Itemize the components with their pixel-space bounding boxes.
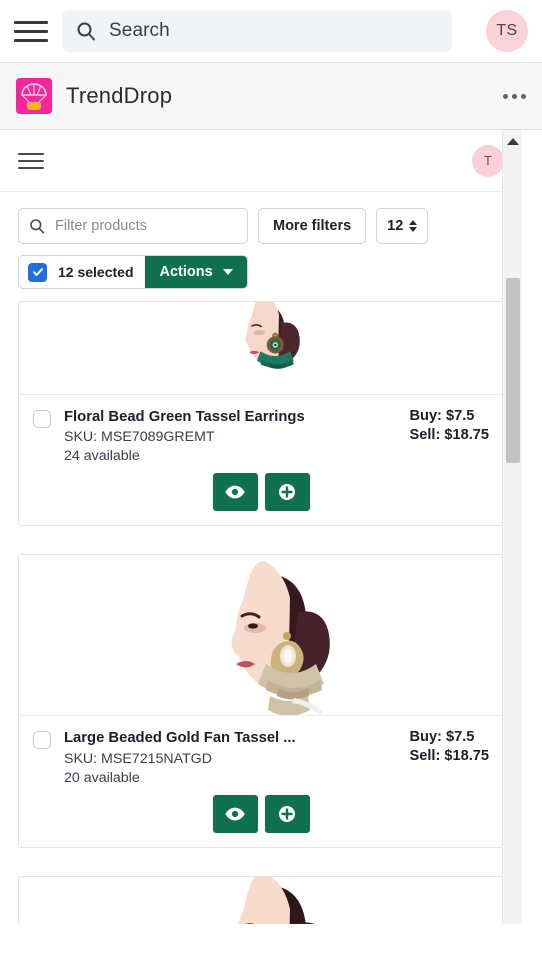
selected-count-label: 12 selected xyxy=(58,264,134,280)
product-info: Large Beaded Gold Fan Tassel ... SKU: MS… xyxy=(64,729,392,785)
product-availability: 24 available xyxy=(64,448,140,465)
product-header-row: Floral Bead Green Tassel Earrings SKU: M… xyxy=(33,408,489,464)
actions-button[interactable]: Actions xyxy=(144,256,247,288)
product-details: Floral Bead Green Tassel Earrings SKU: M… xyxy=(19,394,503,525)
product-sell-price: Sell: $18.75 xyxy=(409,748,489,765)
product-actions xyxy=(33,794,489,833)
view-product-button[interactable] xyxy=(212,473,258,512)
hamburger-icon[interactable] xyxy=(18,150,44,172)
view-product-button[interactable] xyxy=(212,794,258,833)
product-card[interactable]: Floral Bead Green Tassel Earrings SKU: M… xyxy=(18,301,504,527)
filter-row: Filter products More filters 12 xyxy=(18,208,504,244)
search-icon xyxy=(29,218,45,234)
select-all-checkbox[interactable] xyxy=(28,262,47,282)
product-availability: 20 available xyxy=(64,769,140,786)
app-root: Search TS TrendDrop T Filter products Mo… xyxy=(0,0,542,964)
product-image xyxy=(19,555,503,716)
selection-row: 12 selected Actions xyxy=(18,255,504,289)
selection-group: 12 selected Actions xyxy=(18,255,248,289)
product-title: Large Beaded Gold Fan Tassel ... xyxy=(64,730,296,747)
product-checkbox[interactable] xyxy=(33,410,51,428)
parachute-logo-icon xyxy=(16,78,52,114)
product-image xyxy=(19,876,503,924)
caret-up-icon[interactable] xyxy=(503,130,522,152)
product-buy-price: Buy: $7.5 xyxy=(409,729,475,746)
product-sell-price: Sell: $18.75 xyxy=(409,427,489,443)
product-header-row: Large Beaded Gold Fan Tassel ... SKU: MS… xyxy=(33,729,489,786)
app-viewport: T Filter products More filters 12 12 sel… xyxy=(0,130,522,924)
product-info: Floral Bead Green Tassel Earrings SKU: M… xyxy=(64,408,392,464)
filter-products-input[interactable]: Filter products xyxy=(18,208,248,244)
select-all-control[interactable]: 12 selected xyxy=(19,256,145,288)
scroll-thumb[interactable] xyxy=(506,278,520,463)
product-prices: Buy: $7.5 Sell: $18.75 xyxy=(405,729,489,764)
product-sku: SKU: MSE7215NATGD xyxy=(64,750,212,767)
page-size-stepper[interactable]: 12 xyxy=(376,208,429,244)
product-list: Floral Bead Green Tassel Earrings SKU: M… xyxy=(0,289,522,924)
product-image xyxy=(19,302,503,394)
product-prices: Buy: $7.5 Sell: $18.75 xyxy=(405,408,489,443)
stepper-arrows-icon[interactable] xyxy=(409,220,418,232)
scrollbar[interactable] xyxy=(502,130,522,924)
product-card[interactable] xyxy=(18,875,504,924)
search-input[interactable]: Search xyxy=(62,10,452,52)
product-buy-price: Buy: $7.5 xyxy=(409,408,475,424)
kebab-menu-icon[interactable] xyxy=(503,93,526,99)
product-checkbox[interactable] xyxy=(33,731,51,750)
product-title: Floral Bead Green Tassel Earrings xyxy=(64,409,305,425)
filter-placeholder-text: Filter products xyxy=(55,218,147,234)
filter-toolbar: Filter products More filters 12 12 selec… xyxy=(0,192,522,289)
app-title: TrendDrop xyxy=(66,83,173,108)
chevron-down-icon xyxy=(222,269,233,275)
product-actions xyxy=(33,473,489,512)
hamburger-icon[interactable] xyxy=(14,16,48,46)
product-sku: SKU: MSE7089GREMT xyxy=(64,429,215,446)
avatar[interactable]: T xyxy=(472,144,504,177)
add-product-button[interactable] xyxy=(264,794,310,833)
app-inner-header: T xyxy=(0,130,522,192)
embedded-app-frame: T Filter products More filters 12 12 sel… xyxy=(0,130,542,924)
more-filters-button[interactable]: More filters xyxy=(258,208,367,244)
page-size-value: 12 xyxy=(387,218,404,234)
add-product-button[interactable] xyxy=(264,473,310,512)
search-icon xyxy=(76,21,96,41)
app-title-bar: TrendDrop xyxy=(0,62,542,130)
product-card[interactable]: Large Beaded Gold Fan Tassel ... SKU: MS… xyxy=(18,554,504,848)
actions-label: Actions xyxy=(159,264,213,280)
product-details: Large Beaded Gold Fan Tassel ... SKU: MS… xyxy=(19,715,503,846)
search-placeholder-text: Search xyxy=(109,20,170,41)
avatar[interactable]: TS xyxy=(486,10,528,52)
browser-top-bar: Search TS xyxy=(0,0,542,62)
